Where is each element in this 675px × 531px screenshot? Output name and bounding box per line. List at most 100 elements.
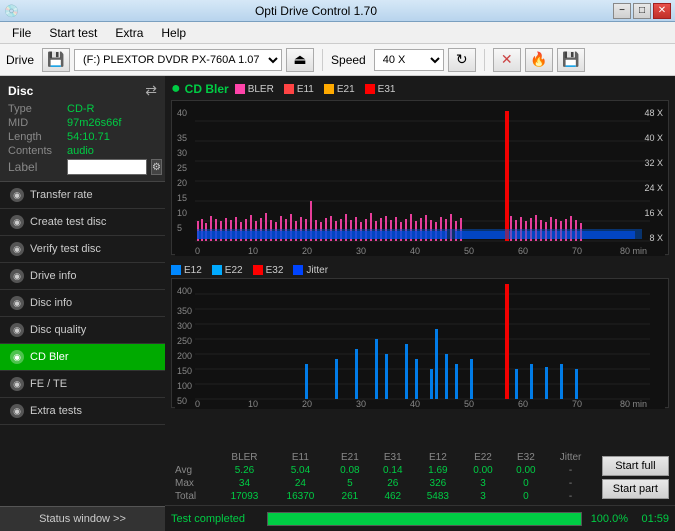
extra-tests-label: Extra tests [30, 405, 155, 417]
main-area: Disc ⇄ Type CD-R MID 97m26s66f Length 54… [0, 76, 675, 531]
label-input[interactable] [67, 159, 147, 175]
svg-text:5: 5 [177, 223, 182, 233]
erase-button[interactable]: ✕ [493, 48, 521, 72]
total-e21: 261 [328, 490, 371, 503]
menubar: File Start test Extra Help [0, 22, 675, 44]
results-table: BLER E11 E21 E31 E12 E22 E32 Jitter Avg [171, 451, 594, 503]
drive-info-icon: ◉ [10, 269, 24, 283]
sidebar-item-disc-info[interactable]: ◉ Disc info [0, 290, 165, 317]
close-button[interactable]: ✕ [653, 3, 671, 19]
chart2-svg: 400 350 300 250 200 150 100 50 [172, 279, 668, 409]
verify-test-icon: ◉ [10, 242, 24, 256]
minimize-button[interactable]: − [613, 3, 631, 19]
cd-bler-icon: ◉ [10, 350, 24, 364]
svg-text:50: 50 [177, 396, 187, 406]
avg-e22: 0.00 [462, 464, 505, 477]
svg-text:200: 200 [177, 351, 192, 361]
svg-text:25: 25 [177, 163, 187, 173]
speed-select[interactable]: 40 X [374, 49, 444, 71]
mid-value: 97m26s66f [67, 117, 121, 129]
menu-file[interactable]: File [4, 24, 39, 42]
svg-text:50: 50 [464, 399, 474, 409]
jitter-color [293, 265, 303, 275]
total-bler: 17093 [217, 490, 273, 503]
contents-value: audio [67, 145, 94, 157]
e22-color [212, 265, 222, 275]
sidebar-item-verify-test-disc[interactable]: ◉ Verify test disc [0, 236, 165, 263]
sidebar-item-cd-bler[interactable]: ◉ CD Bler [0, 344, 165, 371]
progress-time: 01:59 [634, 513, 669, 525]
e21-color [324, 84, 334, 94]
label-edit-button[interactable]: ⚙ [151, 159, 162, 175]
sidebar-item-create-test-disc[interactable]: ◉ Create test disc [0, 209, 165, 236]
contents-label: Contents [8, 145, 63, 157]
length-value: 54:10.71 [67, 131, 110, 143]
fe-te-icon: ◉ [10, 377, 24, 391]
disc-quality-icon: ◉ [10, 323, 24, 337]
row-max-label: Max [171, 477, 217, 490]
svg-text:20: 20 [302, 246, 312, 256]
drive-label: Drive [6, 53, 34, 67]
disc-panel: Disc ⇄ Type CD-R MID 97m26s66f Length 54… [0, 76, 165, 182]
toolbar: Drive 💾 (F:) PLEXTOR DVDR PX-760A 1.07 ⏏… [0, 44, 675, 76]
bler-color [235, 84, 245, 94]
svg-text:40: 40 [177, 108, 187, 118]
type-label: Type [8, 103, 63, 115]
type-value: CD-R [67, 103, 95, 115]
legend-e32: E32 [253, 265, 284, 276]
max-e31: 26 [371, 477, 414, 490]
legend-e12: E12 [171, 265, 202, 276]
e11-color [284, 84, 294, 94]
svg-text:10: 10 [248, 246, 258, 256]
total-e22: 3 [462, 490, 505, 503]
svg-text:70: 70 [572, 246, 582, 256]
sidebar-item-fe-te[interactable]: ◉ FE / TE [0, 371, 165, 398]
sidebar: Disc ⇄ Type CD-R MID 97m26s66f Length 54… [0, 76, 165, 531]
avg-e21: 0.08 [328, 464, 371, 477]
titlebar: 💿 Opti Drive Control 1.70 − □ ✕ [0, 0, 675, 22]
sidebar-item-extra-tests[interactable]: ◉ Extra tests [0, 398, 165, 425]
chart1-legend: BLER E11 E21 E31 [235, 84, 396, 95]
status-window-button[interactable]: Status window >> [0, 506, 165, 531]
disc-refresh-button[interactable]: ⇄ [145, 82, 157, 99]
save-button[interactable]: 💾 [557, 48, 585, 72]
refresh-button[interactable]: ↻ [448, 48, 476, 72]
svg-text:350: 350 [177, 306, 192, 316]
app-title: Opti Drive Control 1.70 [19, 4, 613, 18]
burn-button[interactable]: 🔥 [525, 48, 553, 72]
menu-start-test[interactable]: Start test [41, 24, 105, 42]
start-full-button[interactable]: Start full [602, 456, 669, 476]
eject-button[interactable]: ⏏ [286, 48, 314, 72]
disc-info-label: Disc info [30, 297, 155, 309]
drive-select[interactable]: (F:) PLEXTOR DVDR PX-760A 1.07 [74, 49, 282, 71]
status-window-label: Status window >> [39, 513, 126, 525]
drive-icon-button[interactable]: 💾 [42, 48, 70, 72]
sidebar-item-drive-info[interactable]: ◉ Drive info [0, 263, 165, 290]
fe-te-label: FE / TE [30, 378, 155, 390]
col-header-bler: BLER [217, 451, 273, 464]
avg-e31: 0.14 [371, 464, 414, 477]
col-header-e11: E11 [272, 451, 328, 464]
avg-bler: 5.26 [217, 464, 273, 477]
max-e21: 5 [328, 477, 371, 490]
total-e12: 5483 [414, 490, 461, 503]
legend-jitter: Jitter [293, 265, 328, 276]
separator [322, 49, 323, 71]
nav-items: ◉ Transfer rate ◉ Create test disc ◉ Ver… [0, 182, 165, 425]
start-part-button[interactable]: Start part [602, 479, 669, 499]
progress-bar [267, 512, 582, 526]
svg-text:30: 30 [356, 246, 366, 256]
mid-label: MID [8, 117, 63, 129]
table-row-max: Max 34 24 5 26 326 3 0 - [171, 477, 594, 490]
sidebar-item-disc-quality[interactable]: ◉ Disc quality [0, 317, 165, 344]
menu-help[interactable]: Help [153, 24, 194, 42]
col-header-empty [171, 451, 217, 464]
sidebar-item-transfer-rate[interactable]: ◉ Transfer rate [0, 182, 165, 209]
svg-text:80 min: 80 min [620, 246, 647, 256]
maximize-button[interactable]: □ [633, 3, 651, 19]
svg-text:250: 250 [177, 336, 192, 346]
menu-extra[interactable]: Extra [107, 24, 151, 42]
total-e31: 462 [371, 490, 414, 503]
svg-text:32 X: 32 X [644, 158, 663, 168]
legend-e31: E31 [365, 84, 396, 95]
